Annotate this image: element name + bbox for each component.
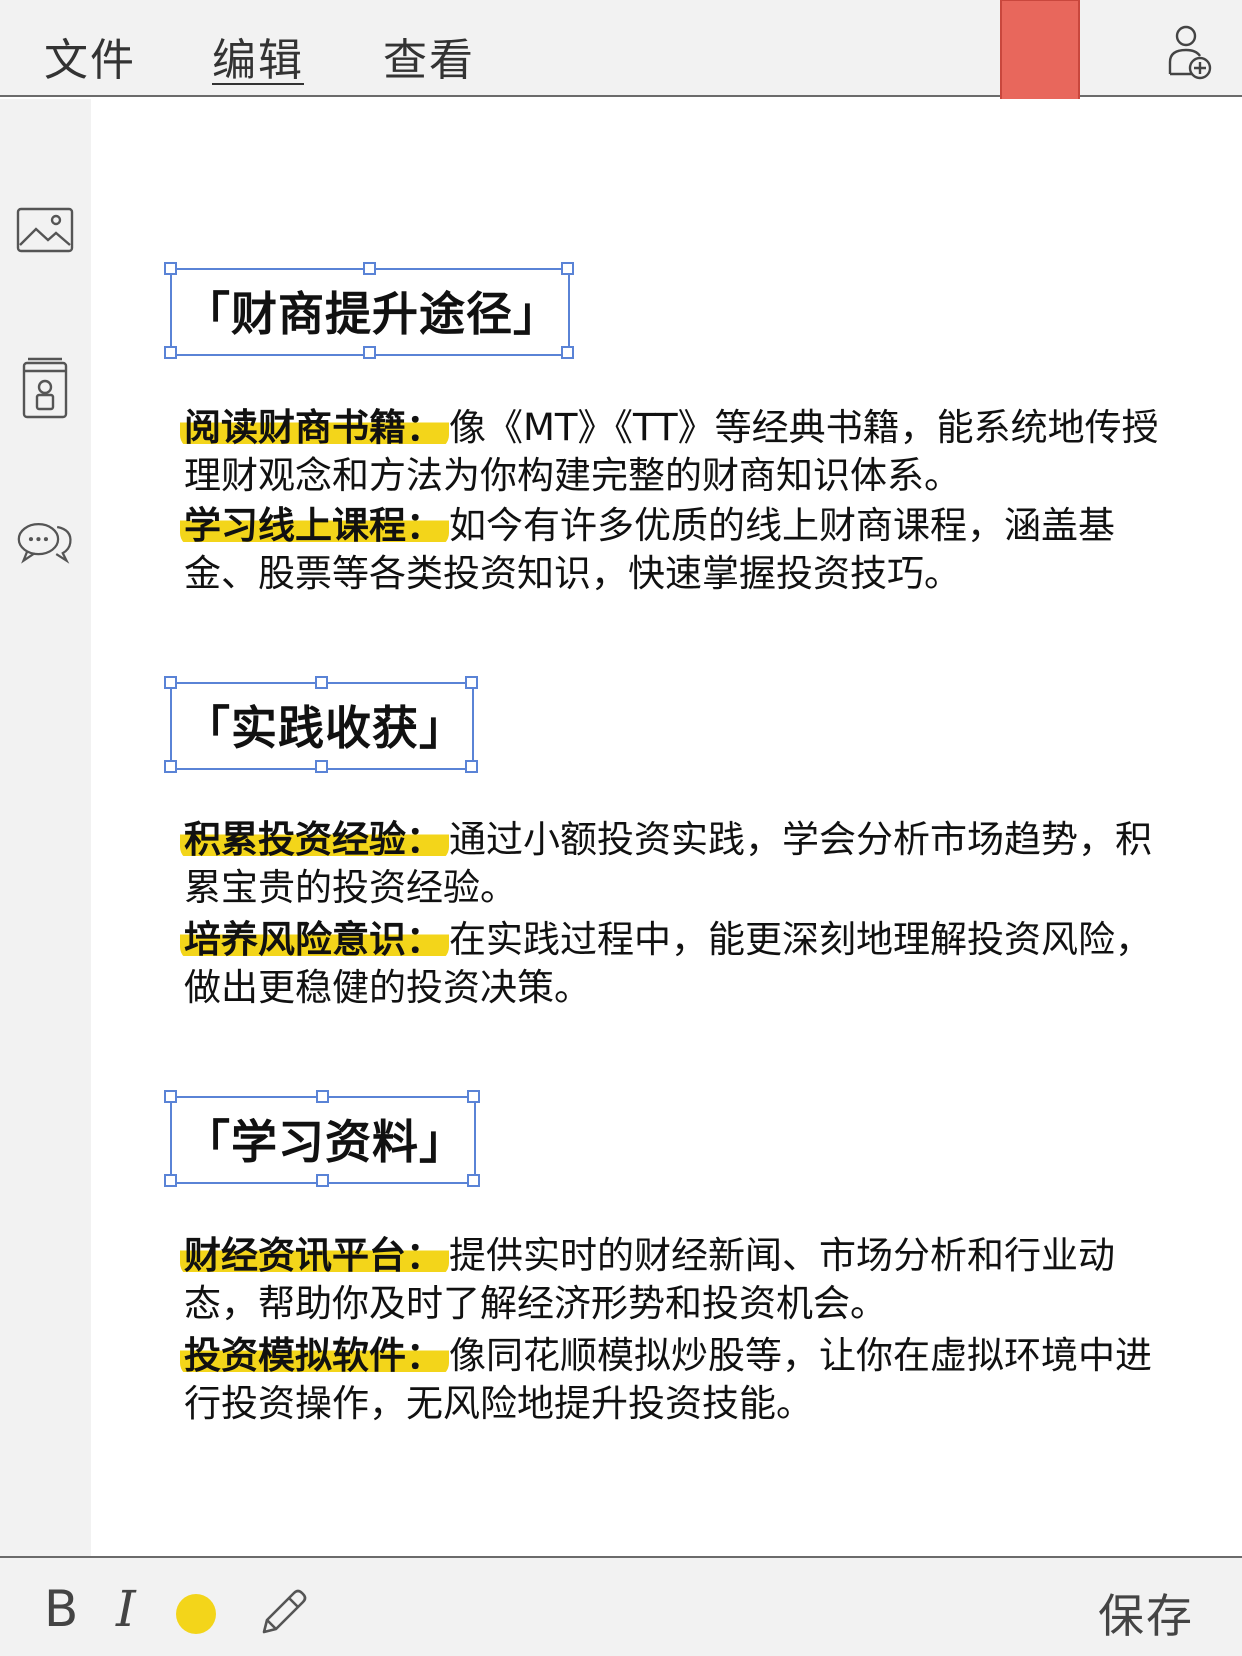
highlighted-label: 学习线上课程： — [180, 504, 449, 547]
highlighted-label: 积累投资经验： — [180, 818, 449, 861]
resize-handle[interactable] — [164, 346, 177, 359]
save-button[interactable]: 保存 — [1098, 1580, 1194, 1646]
resize-handle[interactable] — [164, 1174, 177, 1187]
bold-button[interactable]: B — [44, 1580, 78, 1638]
menu-file[interactable]: 文件 — [44, 24, 136, 88]
resize-handle[interactable] — [164, 262, 177, 275]
section-heading: 「实践收获」 — [184, 701, 466, 755]
section-heading: 「学习资料」 — [184, 1115, 466, 1169]
resize-handle[interactable] — [316, 1174, 329, 1187]
resize-handle[interactable] — [467, 1090, 480, 1103]
menu-view[interactable]: 查看 — [383, 24, 475, 88]
section-heading-box[interactable]: 「学习资料」 — [164, 1090, 480, 1187]
italic-button[interactable]: I — [116, 1580, 136, 1638]
paragraph: 积累投资经验： 通过小额投资实践，学会分析市场趋势，积累宝贵的投资经验。 — [180, 816, 1184, 912]
section-heading-box[interactable]: 「实践收获」 — [164, 676, 478, 773]
paragraph: 学习线上课程： 如今有许多优质的线上财商课程，涵盖基金、股票等各类投资知识，快速掌… — [180, 502, 1184, 598]
highlighted-label: 培养风险意识： — [180, 918, 449, 961]
pencil-icon[interactable] — [258, 1586, 310, 1638]
resize-handle[interactable] — [561, 262, 574, 275]
paragraph: 财经资讯平台： 提供实时的财经新闻、市场分析和行业动态，帮助你及时了解经济形势和投… — [180, 1232, 1184, 1328]
resize-handle[interactable] — [363, 262, 376, 275]
resize-handle[interactable] — [164, 1090, 177, 1103]
menu-edit[interactable]: 编辑 — [212, 24, 304, 88]
resize-handle[interactable] — [315, 760, 328, 773]
contact-icon[interactable] — [16, 357, 74, 419]
text-color-button[interactable] — [176, 1594, 216, 1634]
resize-handle[interactable] — [467, 1174, 480, 1187]
resize-handle[interactable] — [465, 676, 478, 689]
resize-handle[interactable] — [465, 760, 478, 773]
section-heading-box[interactable]: 「财商提升途径」 — [164, 262, 574, 359]
resize-handle[interactable] — [363, 346, 376, 359]
paragraph: 培养风险意识： 在实践过程中，能更深刻地理解投资风险，做出更稳健的投资决策。 — [180, 916, 1184, 1012]
resize-handle[interactable] — [316, 1090, 329, 1103]
left-sidebar — [0, 99, 91, 1556]
bottom-toolbar: B I 保存 — [0, 1556, 1242, 1656]
add-user-icon[interactable] — [1166, 24, 1212, 82]
resize-handle[interactable] — [315, 676, 328, 689]
paragraph: 阅读财商书籍： 像《MT》《TT》等经典书籍，能系统地传授理财观念和方法为你构建完… — [180, 404, 1184, 500]
resize-handle[interactable] — [164, 676, 177, 689]
image-icon[interactable] — [16, 207, 74, 253]
section-heading: 「财商提升途径」 — [184, 287, 560, 341]
highlighted-label: 投资模拟软件： — [180, 1334, 449, 1377]
resize-handle[interactable] — [164, 760, 177, 773]
comment-icon[interactable] — [16, 517, 74, 565]
highlighted-label: 阅读财商书籍： — [180, 406, 449, 449]
paragraph: 投资模拟软件： 像同花顺模拟炒股等，让你在虚拟环境中进行投资操作，无风险地提升投资… — [180, 1332, 1184, 1428]
highlighted-label: 财经资讯平台： — [180, 1234, 449, 1277]
resize-handle[interactable] — [561, 346, 574, 359]
